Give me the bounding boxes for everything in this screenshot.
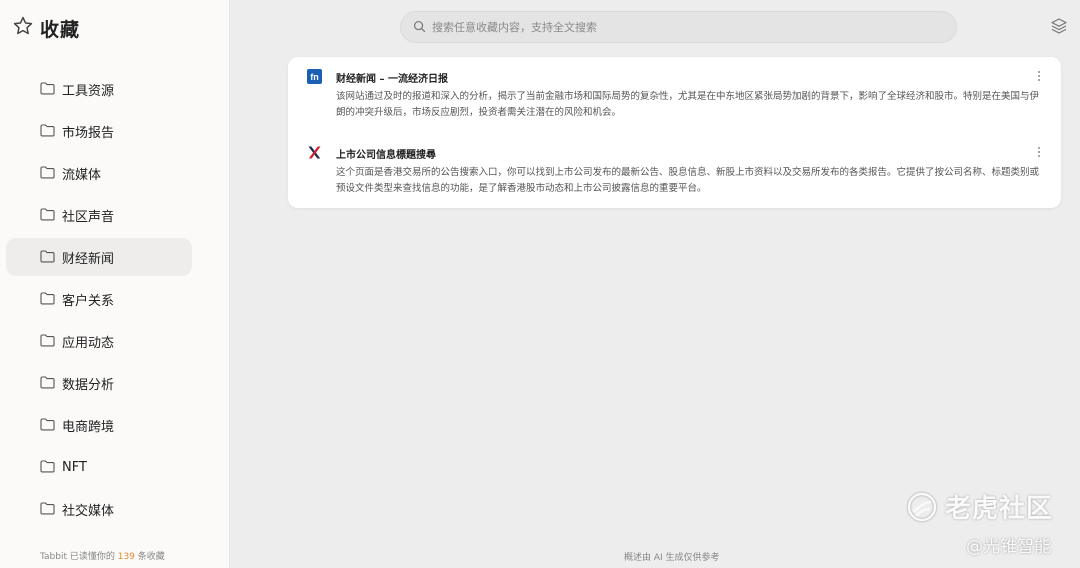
sidebar-item-label: NFT — [62, 459, 87, 475]
tiger-logo-icon — [907, 492, 937, 521]
sidebar-title: 收藏 — [40, 18, 81, 41]
bookmark-count-note: Tabbit 已读懂你的 139 条收藏 — [40, 549, 165, 562]
sidebar-item-label: 流媒体 — [62, 167, 102, 183]
bookmark-card: fn 财经新闻 – 一流经济日报 该网站通过及时的报道和深入的分析，揭示了当前金… — [288, 57, 1061, 208]
bookmark-count: 139 — [117, 552, 135, 562]
sidebar-item-label: 市场报告 — [62, 125, 115, 141]
folder-icon — [40, 82, 55, 95]
ai-disclaimer: 概述由 AI 生成仅供参考 — [624, 553, 720, 563]
folder-icon — [40, 502, 55, 515]
sidebar-item-label: 社区声音 — [62, 209, 115, 225]
sidebar-item-data-analysis[interactable]: 数据分析 — [6, 364, 192, 402]
folder-icon — [40, 418, 55, 431]
sidebar-item-cross-border[interactable]: 电商跨境 — [6, 406, 192, 444]
sidebar-item-social-media[interactable]: 社交媒体 — [6, 490, 192, 528]
folder-icon — [40, 334, 55, 347]
star-icon — [12, 15, 34, 41]
bookmark-title[interactable]: 财经新闻 – 一流经济日报 — [336, 70, 448, 85]
bookmark-title[interactable]: 上市公司信息標題搜尋 — [336, 146, 436, 161]
folder-icon — [40, 124, 55, 137]
count-suffix: 条收藏 — [137, 552, 165, 562]
folder-icon — [40, 292, 55, 305]
folder-icon — [40, 166, 55, 179]
more-options-icon[interactable] — [1035, 70, 1043, 82]
sidebar-item-app-updates[interactable]: 应用动态 — [6, 322, 192, 360]
bookmark-description: 该网站通过及时的报道和深入的分析，揭示了当前金融市场和国际局势的复杂性，尤其是在… — [336, 91, 1040, 118]
watermark: 老虎社区 — [905, 488, 1053, 525]
folder-list: 工具资源 市场报告 流媒体 社区声音 财经新闻 客户关系 应用动态 数据分析 电… — [6, 70, 192, 532]
sidebar-item-finance-news[interactable]: 财经新闻 — [6, 238, 192, 276]
folder-icon — [40, 460, 55, 473]
bookmark-description: 这个页面是香港交易所的公告搜索入口，你可以找到上市公司发布的最新公告、股息信息、… — [336, 167, 1040, 194]
layers-icon[interactable] — [1050, 17, 1068, 35]
svg-text:fn: fn — [310, 72, 319, 82]
folder-icon — [40, 208, 55, 221]
sidebar-item-community[interactable]: 社区声音 — [6, 196, 192, 234]
search-icon — [413, 18, 426, 37]
sidebar-header: 收藏 — [12, 14, 80, 42]
sidebar-item-crm[interactable]: 客户关系 — [6, 280, 192, 318]
search-input[interactable] — [432, 20, 932, 34]
count-prefix: Tabbit 已读懂你的 — [40, 552, 115, 562]
sidebar-item-label: 社交媒体 — [62, 503, 115, 519]
sidebar-item-market-reports[interactable]: 市场报告 — [6, 112, 192, 150]
fn-logo-icon: fn — [307, 69, 322, 84]
sidebar-item-label: 应用动态 — [62, 335, 115, 351]
sidebar-item-label: 工具资源 — [62, 83, 115, 99]
more-options-icon[interactable] — [1035, 146, 1043, 158]
sidebar-item-tools[interactable]: 工具资源 — [6, 70, 192, 108]
sidebar: 收藏 工具资源 市场报告 流媒体 社区声音 财经新闻 客户关系 应用动态 数据分… — [0, 0, 230, 568]
sidebar-item-nft[interactable]: NFT — [6, 448, 192, 486]
watermark-author: @光锥智能 — [966, 537, 1051, 557]
sidebar-item-label: 财经新闻 — [62, 251, 115, 267]
sidebar-item-label: 客户关系 — [62, 293, 115, 309]
watermark-brand: 老虎社区 — [945, 494, 1054, 524]
folder-icon — [40, 250, 55, 263]
sidebar-item-streaming[interactable]: 流媒体 — [6, 154, 192, 192]
hkex-logo-icon — [308, 146, 321, 159]
sidebar-item-label: 数据分析 — [62, 377, 115, 393]
folder-icon — [40, 376, 55, 389]
search-bar[interactable] — [400, 11, 957, 43]
sidebar-item-label: 电商跨境 — [62, 419, 115, 435]
